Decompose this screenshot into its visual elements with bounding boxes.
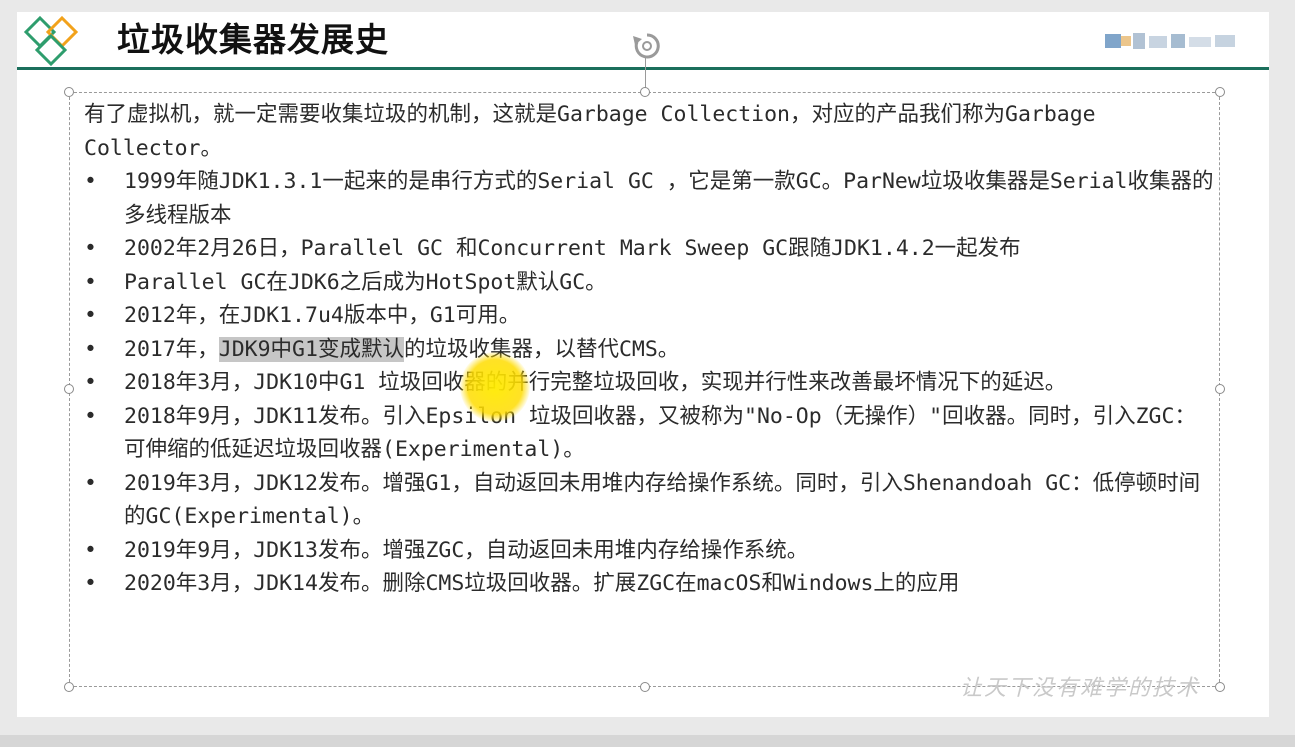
list-item-text: 2018年3月，JDK10中G1 垃圾回收器的并行完整垃圾回收，实现并行性来改善… [124, 370, 1067, 395]
blurred-brand-logo-icon [1105, 33, 1235, 49]
resize-handle-bottom[interactable] [640, 682, 650, 692]
watermark-text: 让天下没有难学的技术 [960, 676, 1201, 701]
bullet-icon: • [84, 571, 97, 596]
bullet-icon: • [84, 470, 97, 496]
editor-bottom-bar [0, 735, 1295, 747]
bullet-icon: • [84, 303, 97, 328]
list-item: • 2017年，JDK9中G1变成默认的垃圾收集器，以替代CMS。 [84, 333, 1214, 367]
resize-handle-left[interactable] [64, 384, 74, 394]
diamond-logo-icon [23, 15, 79, 67]
list-item-text: 2018年9月，JDK11发布。引入Epsilon 垃圾回收器，又被称为"No-… [124, 403, 1196, 463]
list-item: • 2002年2月26日，Parallel GC 和Concurrent Mark… [84, 232, 1214, 266]
list-item-text-after: 的垃圾收集器，以替代CMS。 [403, 336, 680, 362]
list-item: • 2019年9月，JDK13发布。增强ZGC，自动返回未用堆内存给操作系统。 [84, 534, 1214, 568]
slide-title: 垃圾收集器发展史 [117, 20, 389, 59]
list-item-text: 2002年2月26日，Parallel GC 和Concurrent Mark … [124, 236, 1021, 261]
list-item: • 2019年3月，JDK12发布。增强G1，自动返回未用堆内存给操作系统。同时，… [84, 467, 1214, 534]
list-item: • Parallel GC在JDK6之后成为HotSpot默认GC。 [84, 266, 1214, 300]
title-underline [17, 67, 1269, 70]
list-item-text: Parallel GC在JDK6之后成为HotSpot默认GC。 [124, 269, 607, 295]
resize-handle-top[interactable] [640, 87, 650, 97]
bullet-icon: • [84, 370, 97, 395]
list-item-text-before: 2017年， [124, 336, 219, 362]
resize-handle-right[interactable] [1215, 384, 1225, 394]
bullet-icon: • [84, 236, 97, 261]
resize-handle-top-left[interactable] [64, 87, 74, 97]
bullet-icon: • [84, 537, 97, 563]
list-item: • 2018年3月，JDK10中G1 垃圾回收器的并行完整垃圾回收，实现并行性来改… [84, 366, 1214, 400]
list-item-text: 1999年随JDK1.3.1一起来的是串行方式的Serial GC ，它是第一款… [124, 169, 1214, 228]
list-item-text: 2020年3月，JDK14发布。删除CMS垃圾回收器。扩展ZGC在macOS和W… [124, 571, 960, 596]
bullet-icon: • [84, 403, 97, 429]
list-item: • 2020年3月，JDK14发布。删除CMS垃圾回收器。扩展ZGC在macOS和… [84, 567, 1214, 601]
text-box-content[interactable]: 有了虚拟机，就一定需要收集垃圾的机制，这就是Garbage Collection… [84, 98, 1214, 601]
list-item: • 2012年，在JDK1.7u4版本中，G1可用。 [84, 299, 1214, 333]
resize-handle-bottom-left[interactable] [64, 682, 74, 692]
gc-history-list: • 1999年随JDK1.3.1一起来的是串行方式的Serial GC ，它是第一… [84, 165, 1214, 601]
resize-handle-bottom-right[interactable] [1215, 682, 1225, 692]
list-item-text: 2019年9月，JDK13发布。增强ZGC，自动返回未用堆内存给操作系统。 [124, 537, 809, 563]
resize-handle-top-right[interactable] [1215, 87, 1225, 97]
rotate-handle-icon[interactable] [630, 30, 664, 62]
selected-text-highlight[interactable]: JDK9中G1变成默认 [218, 336, 404, 362]
list-item: • 1999年随JDK1.3.1一起来的是串行方式的Serial GC ，它是第一… [84, 165, 1214, 232]
bullet-icon: • [84, 269, 97, 295]
bullet-icon: • [84, 336, 97, 362]
list-item-text: 2012年，在JDK1.7u4版本中，G1可用。 [124, 303, 521, 328]
list-item-text: 2019年3月，JDK12发布。增强G1，自动返回未用堆内存给操作系统。同时，引… [124, 470, 1201, 530]
intro-paragraph: 有了虚拟机，就一定需要收集垃圾的机制，这就是Garbage Collection… [84, 102, 1096, 161]
bullet-icon: • [84, 169, 97, 194]
list-item: • 2018年9月，JDK11发布。引入Epsilon 垃圾回收器，又被称为"No… [84, 400, 1214, 467]
